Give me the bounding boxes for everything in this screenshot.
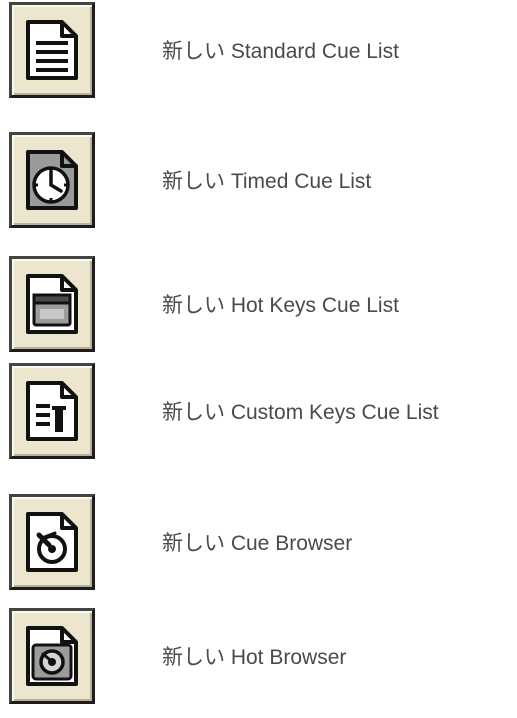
- list-item-hot-keys-cue-list: 新しい Hot Keys Cue List: [0, 256, 517, 352]
- list-item-hot-browser: 新しい Hot Browser: [0, 608, 517, 704]
- new-timed-cue-list-button[interactable]: [9, 132, 95, 228]
- list-item-timed-cue-list: 新しい Timed Cue List: [0, 132, 517, 228]
- menu-item-label: 新しい Standard Cue List: [162, 40, 399, 63]
- menu-item-label: 新しい Hot Keys Cue List: [162, 294, 399, 317]
- menu-item-label: 新しい Custom Keys Cue List: [162, 401, 439, 424]
- cue-browser-icon: [26, 512, 78, 572]
- list-item-standard-cue-list: 新しい Standard Cue List: [0, 2, 517, 98]
- hot-browser-icon: [26, 626, 78, 686]
- new-hot-keys-cue-list-button[interactable]: [9, 256, 95, 352]
- new-custom-keys-cue-list-button[interactable]: [9, 363, 95, 459]
- menu-item-label: 新しい Cue Browser: [162, 532, 353, 555]
- standard-cue-list-icon: [26, 20, 78, 80]
- timed-cue-list-icon: [26, 150, 78, 210]
- custom-keys-cue-list-icon: [26, 381, 78, 441]
- list-item-custom-keys-cue-list: 新しい Custom Keys Cue List: [0, 363, 517, 459]
- hot-keys-cue-list-icon: [26, 274, 78, 334]
- new-standard-cue-list-button[interactable]: [9, 2, 95, 98]
- new-hot-browser-button[interactable]: [9, 608, 95, 704]
- list-item-cue-browser: 新しい Cue Browser: [0, 494, 517, 590]
- menu-item-label: 新しい Hot Browser: [162, 646, 347, 669]
- menu-item-label: 新しい Timed Cue List: [162, 170, 372, 193]
- new-cue-browser-button[interactable]: [9, 494, 95, 590]
